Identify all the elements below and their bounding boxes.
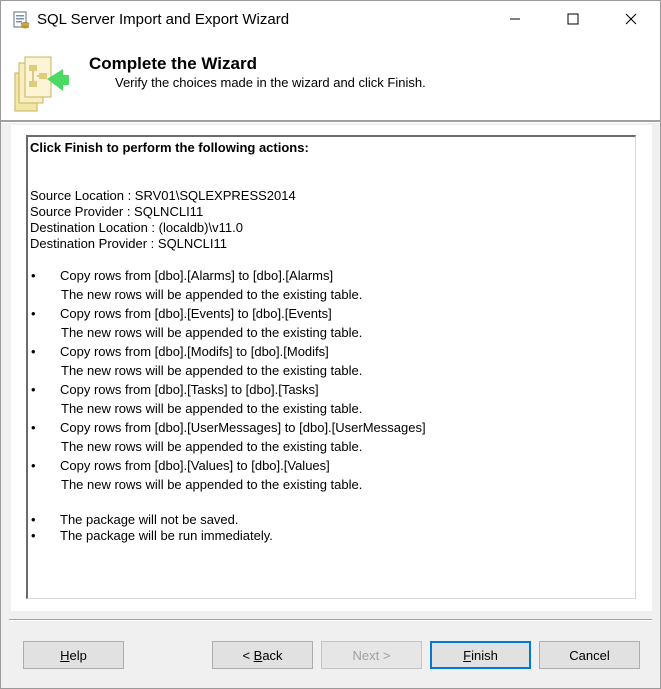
- finish-label-rest: inish: [471, 647, 498, 663]
- bullet: •: [31, 382, 36, 397]
- close-button[interactable]: [602, 1, 660, 39]
- bullet: •: [31, 512, 36, 527]
- report-heading: Click Finish to perform the following ac…: [30, 140, 309, 155]
- minimize-icon: [509, 13, 521, 28]
- list-item: • Copy rows from [dbo].[Values] to [dbo]…: [30, 458, 630, 496]
- copy-action: Copy rows from [dbo].[Alarms] to [dbo].[…: [60, 268, 334, 283]
- cancel-button[interactable]: Cancel: [539, 641, 640, 669]
- bullet: •: [31, 344, 36, 359]
- back-button[interactable]: < Back: [212, 641, 313, 669]
- page-subtitle: Verify the choices made in the wizard an…: [115, 75, 426, 90]
- copy-note: The new rows will be appended to the exi…: [61, 439, 363, 454]
- next-button[interactable]: Next >: [321, 641, 422, 669]
- list-item: • Copy rows from [dbo].[Modifs] to [dbo]…: [30, 344, 630, 382]
- page-title: Complete the Wizard: [89, 54, 257, 73]
- bullet: •: [31, 420, 36, 435]
- minimize-button[interactable]: [486, 1, 544, 39]
- copy-action: Copy rows from [dbo].[Values] to [dbo].[…: [60, 458, 330, 473]
- list-item: • Copy rows from [dbo].[Alarms] to [dbo]…: [30, 268, 630, 306]
- sql-wizard-icon: [12, 11, 30, 29]
- package-run-note: The package will be run immediately.: [60, 528, 273, 543]
- copy-note: The new rows will be appended to the exi…: [61, 363, 363, 378]
- list-item: • Copy rows from [dbo].[Tasks] to [dbo].…: [30, 382, 630, 420]
- detail-destination-location: Destination Location : (localdb)\v11.0: [30, 220, 243, 235]
- bullet: •: [31, 306, 36, 321]
- header-divider: [1, 121, 660, 123]
- list-item: • The package will be run immediately.: [30, 528, 630, 544]
- footer-divider: [9, 619, 652, 621]
- copy-action: Copy rows from [dbo].[Modifs] to [dbo].[…: [60, 344, 329, 359]
- summary-report: Click Finish to perform the following ac…: [30, 140, 630, 544]
- wizard-header-icon: [11, 53, 71, 115]
- back-mnemonic: B: [253, 647, 263, 663]
- detail-destination-provider: Destination Provider : SQLNCLI11: [30, 236, 228, 251]
- list-item: • Copy rows from [dbo].[Events] to [dbo]…: [30, 306, 630, 344]
- help-button[interactable]: Help: [23, 641, 124, 669]
- bullet: •: [31, 458, 36, 473]
- package-save-note: The package will not be saved.: [60, 512, 239, 527]
- back-label-rest: ack: [262, 647, 283, 663]
- summary-report-box[interactable]: Click Finish to perform the following ac…: [26, 135, 636, 599]
- title-bar[interactable]: SQL Server Import and Export Wizard: [1, 1, 660, 39]
- back-prefix: <: [242, 647, 254, 663]
- maximize-button[interactable]: [544, 1, 602, 39]
- next-label: Next >: [352, 647, 391, 663]
- bullet: •: [31, 528, 36, 543]
- close-icon: [625, 13, 637, 28]
- detail-source-provider: Source Provider : SQLNCLI11: [30, 204, 204, 219]
- copy-note: The new rows will be appended to the exi…: [61, 477, 363, 492]
- maximize-icon: [567, 13, 579, 28]
- copy-action: Copy rows from [dbo].[Events] to [dbo].[…: [60, 306, 332, 321]
- list-item: • The package will not be saved.: [30, 512, 630, 528]
- copy-note: The new rows will be appended to the exi…: [61, 401, 363, 416]
- copy-note: The new rows will be appended to the exi…: [61, 325, 363, 340]
- wizard-window: SQL Server Import and Export Wizard Comp…: [0, 0, 661, 689]
- detail-source-location: Source Location : SRV01\SQLEXPRESS2014: [30, 188, 296, 203]
- finish-button[interactable]: Finish: [430, 641, 531, 669]
- finish-mnemonic: F: [463, 647, 472, 663]
- cancel-label: Cancel: [569, 647, 610, 663]
- copy-action: Copy rows from [dbo].[Tasks] to [dbo].[T…: [60, 382, 319, 397]
- window-title: SQL Server Import and Export Wizard: [37, 11, 290, 28]
- wizard-header: Complete the Wizard Verify the choices m…: [1, 39, 660, 121]
- copy-note: The new rows will be appended to the exi…: [61, 287, 363, 302]
- help-mnemonic: H: [60, 647, 70, 663]
- bullet: •: [31, 268, 36, 283]
- help-label-rest: elp: [69, 647, 87, 663]
- copy-action: Copy rows from [dbo].[UserMessages] to […: [60, 420, 426, 435]
- list-item: • Copy rows from [dbo].[UserMessages] to…: [30, 420, 630, 458]
